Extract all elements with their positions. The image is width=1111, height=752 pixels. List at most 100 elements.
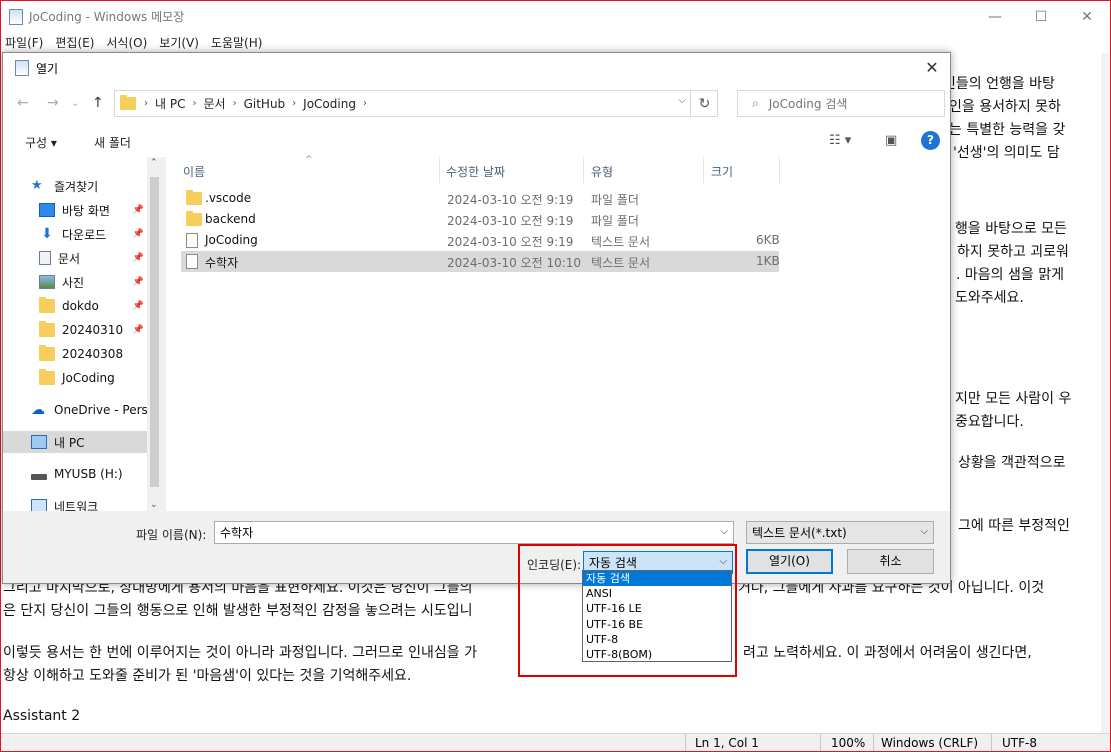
- nav-folder-20240308[interactable]: 20240308: [39, 343, 148, 365]
- menu-format[interactable]: 서식(O): [106, 34, 147, 51]
- nav-label: 내 PC: [54, 435, 85, 450]
- nav-folder-20240310[interactable]: 20240310 📌: [39, 319, 148, 341]
- open-button[interactable]: 열기(O): [746, 549, 833, 574]
- recent-dropdown-icon[interactable]: ⌄: [71, 98, 79, 109]
- chevron-right-icon[interactable]: ›: [363, 98, 367, 109]
- text-line: 행을 바탕으로 모든: [955, 221, 1067, 237]
- chevron-down-icon[interactable]: ⌵: [920, 526, 928, 537]
- folder-icon: [120, 95, 136, 110]
- status-zoom: 100%: [831, 736, 866, 750]
- breadcrumb-item[interactable]: 문서: [203, 95, 225, 112]
- nav-network[interactable]: 네트워크: [31, 495, 163, 511]
- nav-onedrive[interactable]: ☁ OneDrive - Person: [31, 399, 148, 421]
- nav-label: MYUSB (H:): [54, 467, 123, 481]
- notepad-menubar: 파일(F) 편집(E) 서식(O) 보기(V) 도움말(H): [1, 32, 274, 52]
- vertical-scrollbar[interactable]: [1101, 53, 1109, 733]
- column-size[interactable]: 크기: [711, 163, 733, 180]
- nav-documents[interactable]: 문서 📌: [39, 247, 148, 269]
- scroll-up-icon[interactable]: ⌃: [150, 158, 158, 168]
- chevron-right-icon[interactable]: ›: [233, 98, 237, 109]
- preview-pane-icon[interactable]: ▣: [885, 133, 897, 148]
- nav-desktop[interactable]: 바탕 화면 📌: [39, 199, 148, 221]
- scroll-down-icon[interactable]: ⌄: [150, 500, 158, 510]
- nav-scrollbar[interactable]: ⌃ ⌄: [147, 157, 163, 511]
- breadcrumb-item[interactable]: JoCoding: [303, 97, 356, 111]
- menu-edit[interactable]: 편집(E): [55, 34, 94, 51]
- pin-icon[interactable]: 📌: [133, 229, 144, 239]
- breadcrumb-item[interactable]: GitHub: [244, 97, 286, 111]
- pc-icon: [31, 435, 47, 449]
- file-row-selected[interactable]: 수학자 2024-03-10 오전 10:10 텍스트 문서 1KB: [181, 251, 780, 272]
- file-list: 이름 ^ 수정한 날짜 유형 크기 .vscode 2024-03-10 오전 …: [166, 155, 950, 511]
- search-icon: ⌕: [752, 96, 759, 110]
- text-line: . 마음의 샘을 맑게: [956, 267, 1064, 283]
- nav-label: 20240308: [62, 347, 124, 361]
- back-arrow-icon[interactable]: ←: [17, 95, 29, 111]
- chevron-right-icon[interactable]: ›: [144, 98, 148, 109]
- folder-icon: [186, 211, 202, 226]
- address-bar[interactable]: › 내 PC › 문서 › GitHub › JoCoding › ⌵: [114, 90, 691, 117]
- highlight-annotation-box: [518, 544, 737, 677]
- chevron-right-icon[interactable]: ›: [292, 98, 296, 109]
- file-row[interactable]: JoCoding 2024-03-10 오전 9:19 텍스트 문서 6KB: [181, 230, 780, 251]
- chevron-down-icon[interactable]: ⌵: [678, 95, 686, 106]
- file-row[interactable]: backend 2024-03-10 오전 9:19 파일 폴더: [181, 209, 779, 230]
- nav-label: 20240310: [62, 323, 124, 337]
- cancel-button[interactable]: 취소: [847, 549, 934, 574]
- filetype-select[interactable]: 텍스트 문서(*.txt) ⌵: [746, 521, 934, 544]
- file-type: 텍스트 문서: [591, 256, 651, 270]
- pin-icon[interactable]: 📌: [133, 205, 144, 215]
- desktop-icon: [39, 203, 55, 217]
- filename-value: 수학자: [220, 526, 254, 540]
- help-icon[interactable]: ?: [921, 131, 940, 150]
- text-line: 는 특별한 능력을 갖: [949, 122, 1066, 138]
- forward-arrow-icon[interactable]: →: [47, 95, 59, 111]
- filetype-value: 텍스트 문서(*.txt): [752, 526, 847, 540]
- search-box[interactable]: ⌕ JoCoding 검색: [737, 90, 945, 117]
- breadcrumb-item[interactable]: 내 PC: [155, 95, 185, 112]
- new-folder-button[interactable]: 새 폴더: [94, 134, 131, 151]
- menu-help[interactable]: 도움말(H): [211, 34, 263, 51]
- nav-usb-drive[interactable]: MYUSB (H:): [31, 463, 163, 485]
- nav-pictures[interactable]: 사진 📌: [39, 271, 148, 293]
- file-name: backend: [205, 212, 256, 226]
- chevron-down-icon[interactable]: ⌵: [720, 526, 728, 537]
- refresh-icon[interactable]: ↻: [692, 90, 718, 117]
- organize-button[interactable]: 구성 ▾: [25, 134, 57, 151]
- column-date[interactable]: 수정한 날짜: [446, 163, 505, 180]
- star-icon: ★: [31, 178, 43, 193]
- view-options-icon[interactable]: ☷ ▾: [829, 133, 851, 148]
- chevron-right-icon[interactable]: ›: [192, 98, 196, 109]
- pin-icon[interactable]: 📌: [133, 253, 144, 263]
- nav-downloads[interactable]: ⬇ 다운로드 📌: [39, 223, 148, 245]
- text-line: 상황을 객관적으로: [958, 455, 1066, 471]
- notepad-icon: [9, 8, 23, 25]
- scroll-thumb[interactable]: [150, 177, 159, 487]
- close-icon[interactable]: ✕: [920, 57, 944, 79]
- notepad-titlebar: JoCoding - Windows 메모장 — ☐ ✕: [1, 1, 1110, 32]
- status-bar: Ln 1, Col 1 100% Windows (CRLF) UTF-8: [1, 733, 1110, 751]
- nav-label: 다운로드: [62, 227, 107, 242]
- minimize-icon[interactable]: —: [972, 1, 1018, 32]
- nav-folder-dokdo[interactable]: dokdo 📌: [39, 295, 148, 317]
- usb-drive-icon: [31, 473, 47, 480]
- menu-file[interactable]: 파일(F): [5, 34, 43, 51]
- nav-quick-access[interactable]: ★ 즐겨찾기: [31, 175, 163, 197]
- menu-view[interactable]: 보기(V): [159, 34, 199, 51]
- close-icon[interactable]: ✕: [1064, 1, 1110, 32]
- column-name[interactable]: 이름: [183, 163, 205, 180]
- pictures-icon: [39, 275, 55, 289]
- pin-icon[interactable]: 📌: [133, 277, 144, 287]
- up-arrow-icon[interactable]: ↑: [92, 95, 104, 111]
- nav-folder-jocoding[interactable]: JoCoding: [39, 367, 148, 389]
- pin-icon[interactable]: 📌: [133, 301, 144, 311]
- nav-label: 문서: [58, 251, 81, 266]
- filename-input[interactable]: 수학자 ⌵: [214, 521, 734, 544]
- file-name: .vscode: [205, 191, 252, 205]
- nav-this-pc[interactable]: 내 PC: [3, 431, 148, 453]
- file-row[interactable]: .vscode 2024-03-10 오전 9:19 파일 폴더: [181, 188, 779, 209]
- column-type[interactable]: 유형: [591, 163, 613, 180]
- maximize-icon[interactable]: ☐: [1018, 1, 1064, 32]
- pin-icon[interactable]: 📌: [133, 325, 144, 335]
- text-line: 하지 못하고 괴로워: [957, 244, 1069, 260]
